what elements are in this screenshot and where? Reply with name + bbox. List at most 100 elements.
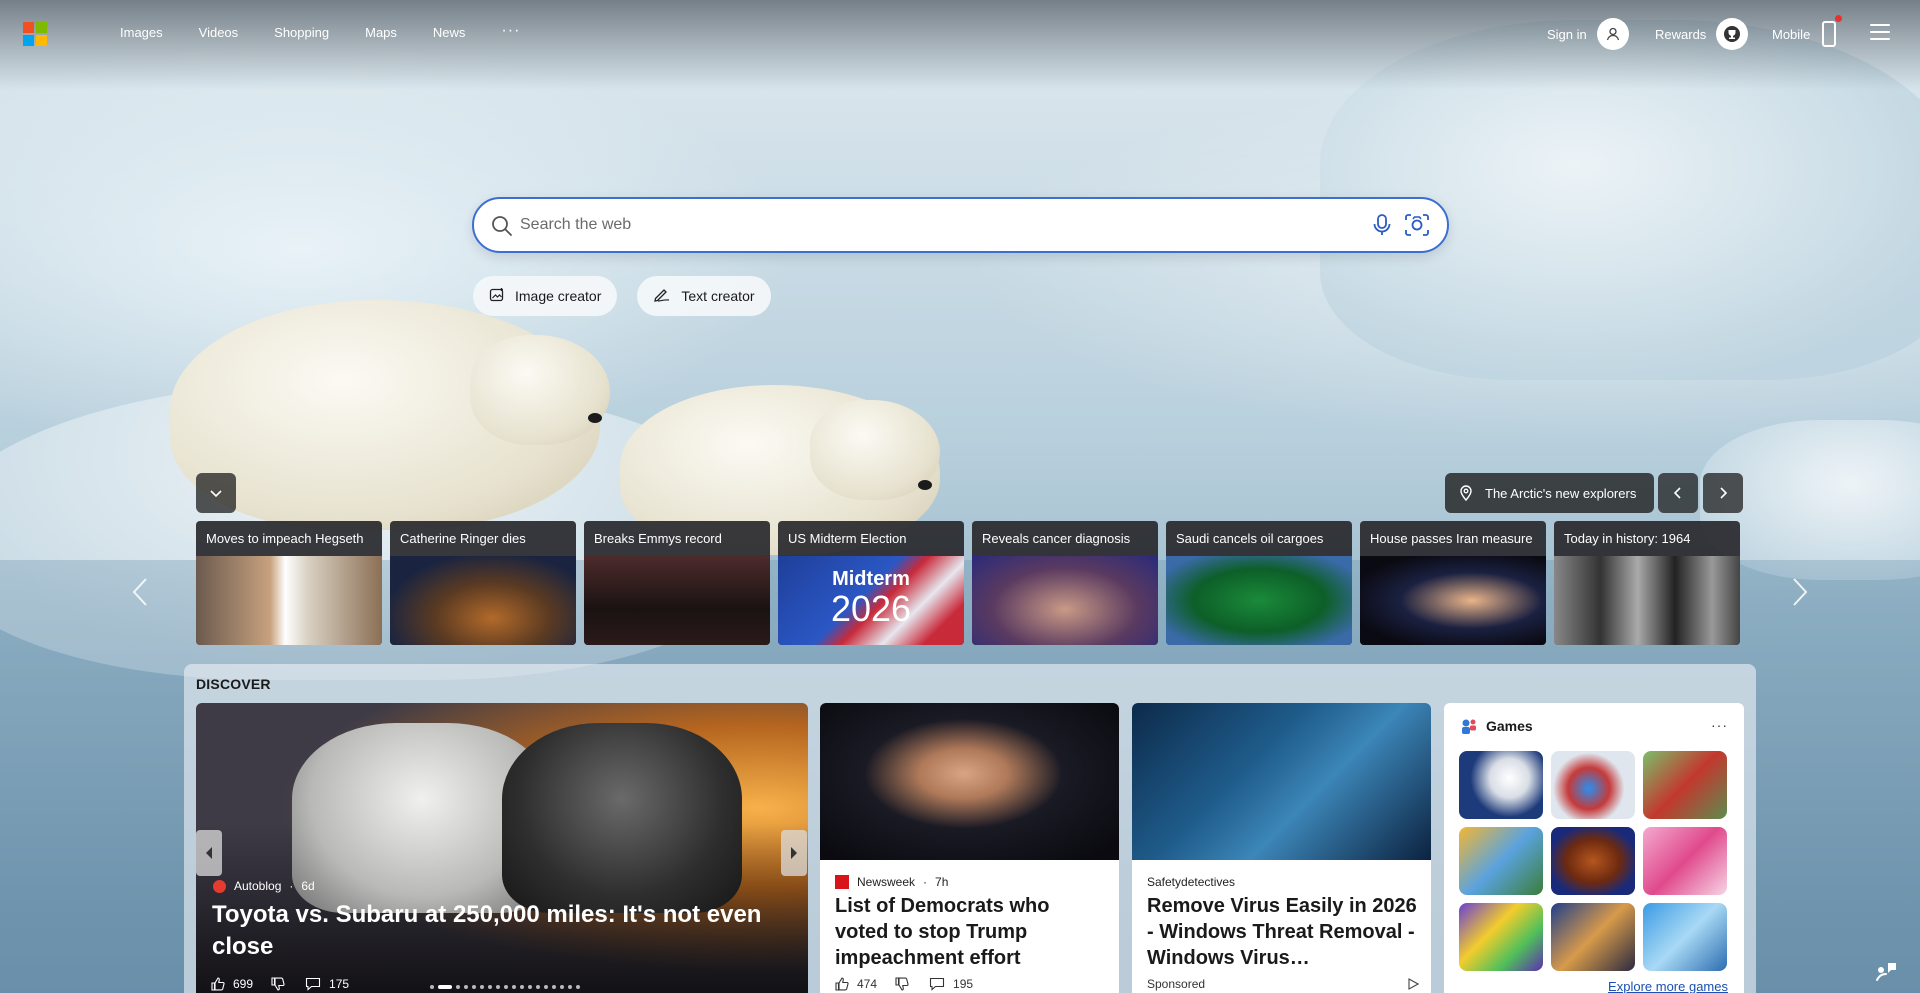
source-name: Newsweek — [857, 875, 916, 889]
game-tile[interactable] — [1459, 751, 1543, 819]
trending-card[interactable]: Today in history: 1964 — [1554, 521, 1740, 645]
thumbs-up-icon[interactable] — [835, 977, 849, 991]
microsoft-logo[interactable] — [23, 22, 47, 46]
trending-card[interactable]: Saudi cancels oil cargoes — [1166, 521, 1352, 645]
game-tile[interactable] — [1643, 903, 1727, 971]
nav-images[interactable]: Images — [120, 22, 163, 44]
hero-prev-button[interactable] — [196, 830, 222, 876]
more-options-button[interactable]: ··· — [1711, 717, 1728, 733]
nav-more-button[interactable]: ··· — [501, 22, 520, 44]
microphone-icon[interactable] — [1371, 213, 1393, 242]
trending-card[interactable]: Breaks Emmys record — [584, 521, 770, 645]
sign-in-button[interactable]: Sign in — [1547, 16, 1629, 52]
trending-image — [1554, 556, 1740, 645]
trending-image — [1360, 556, 1546, 645]
feedback-button[interactable] — [1873, 960, 1899, 989]
search-input[interactable] — [520, 207, 1320, 243]
sponsored-label: Sponsored — [1147, 977, 1206, 991]
text-creator-label: Text creator — [681, 288, 755, 304]
news-reactions: 474 195 — [835, 977, 1107, 991]
nav-maps[interactable]: Maps — [365, 22, 397, 44]
nav-news[interactable]: News — [433, 22, 466, 44]
image-of-day-info[interactable]: The Arctic's new explorers — [1445, 473, 1655, 513]
visual-search-icon[interactable] — [1403, 212, 1431, 243]
image-creator-button[interactable]: Image creator — [473, 276, 618, 316]
article-age: 7h — [935, 875, 949, 889]
game-tile[interactable] — [1459, 903, 1543, 971]
hero-image — [502, 723, 742, 913]
location-pin-icon — [1460, 485, 1472, 501]
hero-source: Autoblog · 6d — [213, 879, 315, 893]
mobile-label: Mobile — [1772, 26, 1811, 42]
chevron-down-icon — [210, 490, 222, 498]
sponsored-footer: Sponsored — [1147, 977, 1419, 991]
previous-image-button[interactable] — [1658, 473, 1698, 513]
like-count: 699 — [233, 977, 254, 991]
source-name: Autoblog — [234, 879, 282, 893]
thumbs-down-icon[interactable] — [271, 977, 285, 991]
trending-image — [196, 556, 382, 645]
trending-image — [1166, 556, 1352, 645]
comment-count: 195 — [953, 977, 974, 991]
news-image — [820, 703, 1119, 860]
comment-icon[interactable] — [305, 977, 321, 991]
comment-icon[interactable] — [929, 977, 945, 991]
explore-games-link[interactable]: Explore more games — [1608, 979, 1728, 993]
hero-next-button[interactable] — [781, 830, 807, 876]
news-title[interactable]: List of Democrats who voted to stop Trum… — [835, 893, 1105, 971]
next-image-button[interactable] — [1703, 473, 1743, 513]
trending-image — [390, 556, 576, 645]
news-image — [1132, 703, 1431, 860]
menu-icon[interactable] — [1870, 24, 1890, 40]
search-icon[interactable] — [490, 214, 514, 243]
trending-prev-arrow[interactable] — [130, 577, 150, 607]
top-nav: Images Videos Shopping Maps News ··· — [120, 22, 556, 44]
trending-label: Catherine Ringer dies — [400, 531, 526, 546]
games-widget: Games ··· Explore more games — [1444, 703, 1744, 993]
text-creator-button[interactable]: Text creator — [637, 276, 771, 316]
collapse-button[interactable] — [196, 473, 236, 513]
trending-label: House passes Iran measure — [1370, 531, 1533, 546]
chevron-right-icon — [1793, 578, 1808, 606]
sponsored-card[interactable]: Safetydetectives Remove Virus Easily in … — [1132, 703, 1431, 993]
game-tile[interactable] — [1459, 827, 1543, 895]
like-count: 474 — [857, 977, 878, 991]
trending-card[interactable]: US Midterm Election Midterm 2026 — [778, 521, 964, 645]
user-icon — [1596, 18, 1629, 50]
game-tile[interactable] — [1551, 751, 1635, 819]
carousel-dots — [430, 985, 580, 989]
trending-label: Reveals cancer diagnosis — [982, 531, 1131, 546]
news-card[interactable]: Newsweek · 7h List of Democrats who vote… — [820, 703, 1119, 993]
game-tile[interactable] — [1551, 827, 1635, 895]
feedback-icon — [1876, 963, 1896, 981]
trending-label: Breaks Emmys record — [594, 531, 722, 546]
trending-card[interactable]: Moves to impeach Hegseth — [196, 521, 382, 645]
mobile-button[interactable]: Mobile — [1772, 15, 1843, 52]
trending-card[interactable]: Reveals cancer diagnosis — [972, 521, 1158, 645]
game-tile[interactable] — [1551, 903, 1635, 971]
hero-reactions: 699 175 — [211, 977, 349, 991]
thumbs-down-icon[interactable] — [895, 977, 909, 991]
thumbs-up-icon[interactable] — [211, 977, 225, 991]
newsweek-logo-icon — [835, 875, 849, 889]
news-source: Safetydetectives — [1147, 875, 1235, 889]
game-tile[interactable] — [1643, 751, 1727, 819]
news-title[interactable]: Remove Virus Easily in 2026 - Windows Th… — [1147, 893, 1417, 971]
rewards-button[interactable]: Rewards — [1655, 16, 1749, 52]
trending-card[interactable]: Catherine Ringer dies — [390, 521, 576, 645]
game-tile[interactable] — [1643, 827, 1727, 895]
hero-title[interactable]: Toyota vs. Subaru at 250,000 miles: It's… — [212, 899, 792, 963]
chevron-left-icon — [1673, 487, 1681, 499]
pen-icon — [653, 287, 671, 306]
separator: · — [923, 875, 928, 889]
trending-next-arrow[interactable] — [1790, 577, 1810, 607]
comment-count: 175 — [329, 977, 350, 991]
ad-choices-icon[interactable] — [1407, 978, 1419, 990]
games-icon — [1462, 719, 1476, 734]
nav-videos[interactable]: Videos — [199, 22, 239, 44]
trending-image — [584, 556, 770, 645]
trending-card[interactable]: House passes Iran measure — [1360, 521, 1546, 645]
nav-shopping[interactable]: Shopping — [274, 22, 329, 44]
sign-in-label: Sign in — [1547, 26, 1587, 42]
top-header: Images Videos Shopping Maps News ··· Sig… — [0, 0, 1920, 66]
